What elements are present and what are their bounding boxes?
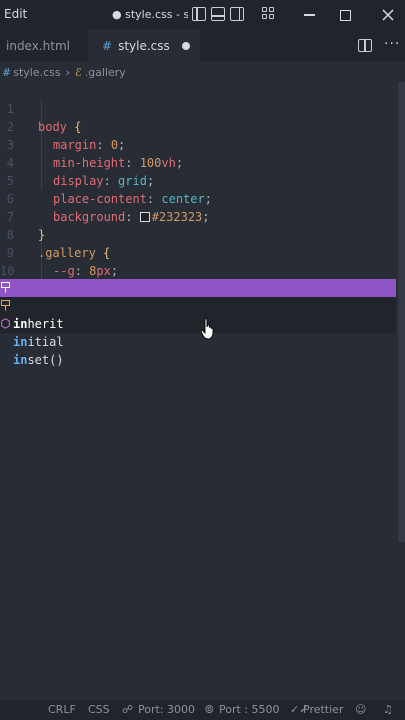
- close-icon: [382, 9, 394, 21]
- tab-label: style.css: [118, 39, 170, 53]
- value-icon: [1, 282, 10, 293]
- menu-edit[interactable]: Edit: [4, 7, 27, 21]
- eol-status[interactable]: CRLF: [48, 703, 76, 716]
- status-bar: CRLF CSS ☍ Port: 3000 ⦾ Port : 5500 ✓✓ P…: [0, 700, 405, 720]
- toggle-secondary-sidebar-icon[interactable]: [230, 7, 244, 21]
- breadcrumb: # style.css › ℰ .gallery: [0, 62, 405, 82]
- maximize-icon: [339, 9, 351, 21]
- code-line: 1 body {: [0, 82, 405, 134]
- code-line: 8 .gallery {: [0, 208, 405, 260]
- code-line: 7 }: [0, 190, 405, 242]
- breadcrumb-selector[interactable]: .gallery: [85, 66, 126, 79]
- code-editor[interactable]: 1 body { 2 margin: 0; 3 min-height: 100v…: [0, 82, 405, 700]
- suggestion-match: in: [13, 353, 28, 367]
- suggestion-item[interactable]: inset(): [0, 315, 396, 367]
- hand-cursor-icon: [200, 318, 214, 340]
- chevron-right-icon: ›: [65, 65, 71, 79]
- toggle-primary-sidebar-icon[interactable]: [192, 7, 206, 21]
- css-file-icon: #: [102, 39, 113, 53]
- port-status-2[interactable]: Port : 5500: [219, 703, 280, 716]
- code-line: 4 display: grid;: [0, 136, 405, 188]
- selector-icon: ℰ: [75, 65, 82, 79]
- suggestion-item[interactable]: initial: [0, 297, 396, 349]
- value-icon: [1, 300, 10, 311]
- editor-scrollbar[interactable]: [398, 82, 405, 542]
- code-line: 9 --g: 8px;: [0, 226, 405, 278]
- title-bar: Edit ● style.css - s...: [0, 0, 405, 30]
- language-status[interactable]: CSS: [88, 703, 110, 716]
- feedback-icon[interactable]: ☺: [355, 703, 366, 716]
- port-status-1[interactable]: Port: 3000: [138, 703, 195, 716]
- code-line: 3 min-height: 100vh;: [0, 118, 405, 170]
- suggestion-rest: set(): [27, 353, 64, 367]
- minimize-icon: [303, 14, 315, 16]
- code-line: 5 place-content: center;: [0, 154, 405, 206]
- code-line: 10 display: grid;: [0, 244, 405, 296]
- layout-controls: [192, 7, 244, 21]
- suggestion-widget: inherit initial inset(): [0, 279, 396, 367]
- close-window-button[interactable]: [375, 3, 401, 27]
- code-line: 2 margin: 0;: [0, 100, 405, 152]
- minimize-button[interactable]: [296, 3, 322, 27]
- toggle-panel-icon[interactable]: [211, 7, 225, 21]
- tab-style-css[interactable]: # style.css: [88, 30, 200, 62]
- split-editor-icon[interactable]: [358, 39, 372, 52]
- suggestion-item[interactable]: inherit: [0, 279, 396, 331]
- code-line-current: 11 clip-path: in;: [0, 262, 405, 314]
- bell-icon[interactable]: ♫: [383, 703, 393, 716]
- tab-index-html[interactable]: index.html: [0, 30, 88, 62]
- window-title: ● style.css - s...: [112, 8, 188, 21]
- code-line: 6 background: #232323;: [0, 172, 405, 224]
- css-file-icon: #: [2, 65, 12, 79]
- maximize-button[interactable]: [332, 3, 358, 27]
- suggestion-rest: itial: [27, 335, 64, 349]
- prettier-status[interactable]: Prettier: [303, 703, 343, 716]
- tab-label: index.html: [6, 39, 70, 53]
- function-icon: [1, 318, 10, 329]
- breadcrumb-file[interactable]: style.css: [13, 66, 60, 79]
- customize-layout-icon[interactable]: [262, 7, 276, 21]
- broadcast-icon: ☍: [122, 703, 134, 716]
- tab-bar: index.html # style.css: [0, 30, 405, 62]
- more-actions-icon[interactable]: ···: [384, 36, 400, 52]
- antenna-icon: ⦾: [205, 703, 214, 716]
- unsaved-dot-icon[interactable]: [182, 42, 190, 50]
